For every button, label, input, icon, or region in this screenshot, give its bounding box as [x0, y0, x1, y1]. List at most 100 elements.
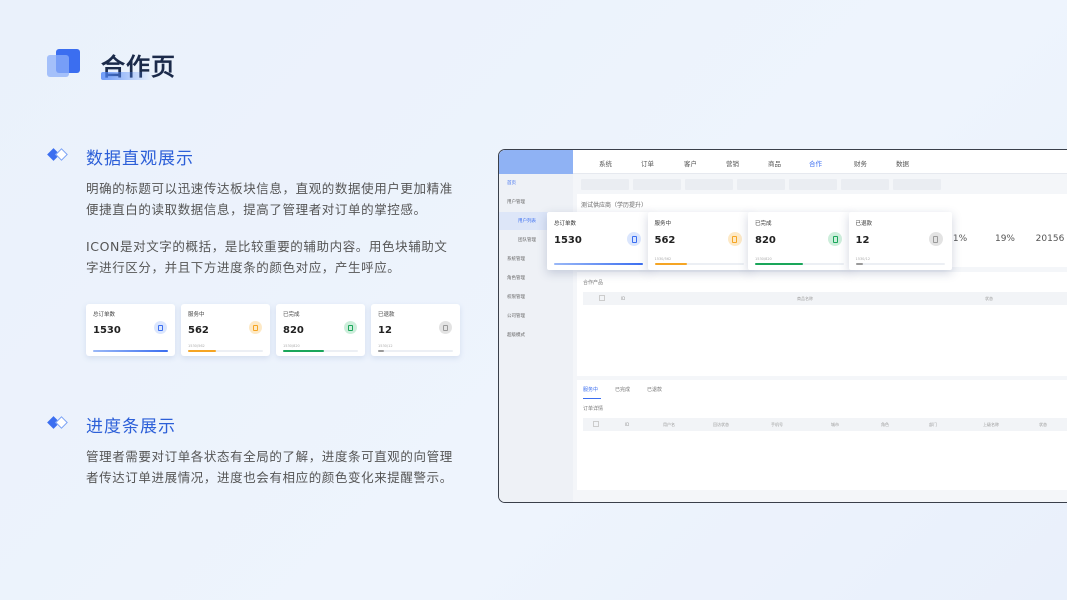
- big-card: 已退款 12 1530/12: [848, 212, 952, 270]
- clipboard-icon: [154, 321, 167, 334]
- clipboard-icon: [627, 232, 641, 246]
- mini-progress-track: [93, 350, 168, 352]
- mini-progress-fill: [378, 350, 384, 352]
- tab[interactable]: [841, 179, 889, 190]
- section1-paragraph1: 明确的标题可以迅速传达板块信息，直观的数据使用户更加精准便捷直白的读取数据信息，…: [86, 181, 453, 217]
- big-card-subtext: 1530/12: [855, 257, 871, 261]
- top-nav: 系统 订单 客户 营销 商品 合作 财务 数据: [499, 150, 1067, 175]
- big-card-label: 已完成: [755, 221, 772, 227]
- mini-card: 已完成 820 1530/820: [276, 304, 365, 356]
- mini-card-label: 总订单数: [93, 312, 116, 318]
- stat-box: 20156: [1025, 219, 1067, 267]
- big-progress-track: [755, 263, 844, 265]
- supplier-heading: 测试供应商（学历提升）: [581, 202, 648, 209]
- mini-card: 服务中 562 1530/562: [181, 304, 270, 356]
- mini-progress-track: [378, 350, 453, 352]
- orders-panel: 服务中 已完成 已退款 订单详情 ID 用户名 回访状态 手机号 城市 角色 部门 上级名称 状态: [577, 380, 1067, 490]
- page-logo: [47, 49, 83, 79]
- tab[interactable]: [789, 179, 837, 190]
- order-col: 用户名: [663, 422, 675, 427]
- orders-table-header: ID 用户名 回访状态 手机号 城市 角色 部门 上级名称 状态: [583, 418, 1067, 431]
- order-col: 城市: [831, 422, 839, 427]
- order-col: 部门: [929, 422, 937, 427]
- order-col: 上级名称: [983, 422, 999, 427]
- col-status: 状态: [985, 296, 993, 301]
- title-underline: [101, 72, 153, 80]
- sidebar-item[interactable]: 公司管理: [499, 307, 573, 325]
- mini-card-subtext: 1530/12: [378, 344, 393, 348]
- stat-value: 19%: [994, 234, 1015, 244]
- tab[interactable]: [737, 179, 785, 190]
- nav-item[interactable]: 财务: [854, 158, 867, 168]
- big-progress-fill: [855, 263, 863, 265]
- orders-section-title: 订单详情: [583, 406, 604, 412]
- mini-progress-fill: [93, 350, 168, 352]
- order-tab[interactable]: 已退款: [647, 386, 662, 393]
- nav-item[interactable]: 合作: [807, 158, 824, 175]
- mini-card: 总订单数 1530: [86, 304, 175, 356]
- mini-progress-fill: [283, 350, 324, 352]
- mini-progress-fill: [188, 350, 216, 352]
- nav-item[interactable]: 订单: [641, 158, 654, 168]
- big-card: 服务中 562 1530/562: [647, 212, 751, 270]
- order-tab[interactable]: 服务中: [583, 386, 598, 393]
- stat-value: 20156: [1035, 234, 1065, 244]
- mini-progress-track: [188, 350, 263, 352]
- big-progress-track: [554, 263, 643, 265]
- mini-card: 已退款 12 1530/12: [371, 304, 460, 356]
- tab[interactable]: [685, 179, 733, 190]
- clipboard-icon: [249, 321, 262, 334]
- nav-item[interactable]: 客户: [684, 158, 697, 168]
- sidebar-item[interactable]: 权限管理: [499, 288, 573, 306]
- mini-card-subtext: 1530/562: [188, 344, 205, 348]
- col-product-name: 商品名称: [797, 296, 813, 301]
- mini-card-label: 服务中: [188, 312, 205, 318]
- section1-paragraph2: ICON是对文字的概括，是比较重要的辅助内容。用色块辅助文字进行区分，并且下方进…: [86, 239, 448, 275]
- big-progress-fill: [554, 263, 643, 265]
- mini-stat-cards: 总订单数 1530 服务中 562 1530/562 已完成 820 1530/820 已退款 1…: [86, 304, 460, 356]
- tab[interactable]: [633, 179, 681, 190]
- app-screenshot-frame: 系统 订单 客户 营销 商品 合作 财务 数据 首页 用户管理 用户列表 团队管理 系统管理 角色管理权…: [498, 149, 1067, 503]
- order-tab[interactable]: 已完成: [615, 386, 630, 393]
- tab[interactable]: [581, 179, 629, 190]
- big-progress-track: [855, 263, 945, 265]
- section1-title: 数据直观展示: [86, 149, 194, 169]
- order-col: 手机号: [771, 422, 783, 427]
- clipboard-icon: [928, 232, 943, 246]
- col-id: ID: [621, 296, 626, 301]
- checkbox[interactable]: [593, 421, 599, 427]
- sidebar-item[interactable]: 角色管理: [499, 269, 573, 287]
- diamond-icon: [47, 148, 71, 162]
- clipboard-icon: [828, 232, 842, 246]
- brand-logo: [499, 150, 573, 174]
- big-card: 总订单数 1530: [547, 212, 650, 270]
- big-card: 已完成 820 1530/820: [748, 212, 851, 270]
- big-card-subtext: 1530/562: [654, 257, 672, 261]
- product-table-header: ID 商品名称 状态: [583, 292, 1067, 305]
- section2-paragraph: 管理者需要对订单各状态有全局的了解，进度条可直观的向管理者传达订单进展情况，进度…: [86, 449, 453, 485]
- stat-box: 19%: [980, 219, 1030, 267]
- big-card-label: 服务中: [654, 221, 672, 227]
- sidebar-item[interactable]: 用户管理: [499, 193, 573, 211]
- sidebar-item[interactable]: 首页: [499, 174, 573, 192]
- nav-item[interactable]: 营销: [726, 158, 739, 168]
- big-progress-fill: [755, 263, 804, 265]
- order-col: 状态: [1039, 422, 1047, 427]
- tab[interactable]: [893, 179, 941, 190]
- product-section-title: 合作产品: [583, 280, 604, 286]
- big-progress-track: [654, 263, 744, 265]
- mini-card-label: 已退款: [378, 312, 395, 318]
- mini-progress-track: [283, 350, 358, 352]
- clipboard-icon: [727, 232, 742, 246]
- sidebar-item[interactable]: 超级模式: [499, 326, 573, 344]
- order-col: 角色: [881, 422, 889, 427]
- clipboard-icon: [439, 321, 452, 334]
- nav-item[interactable]: 商品: [768, 158, 781, 168]
- big-progress-fill: [654, 263, 688, 265]
- checkbox[interactable]: [599, 295, 605, 301]
- nav-item[interactable]: 数据: [896, 158, 909, 168]
- mini-card-subtext: 1530/820: [283, 344, 300, 348]
- mini-card-label: 已完成: [283, 312, 300, 318]
- nav-item[interactable]: 系统: [599, 158, 612, 168]
- diamond-icon: [47, 416, 71, 430]
